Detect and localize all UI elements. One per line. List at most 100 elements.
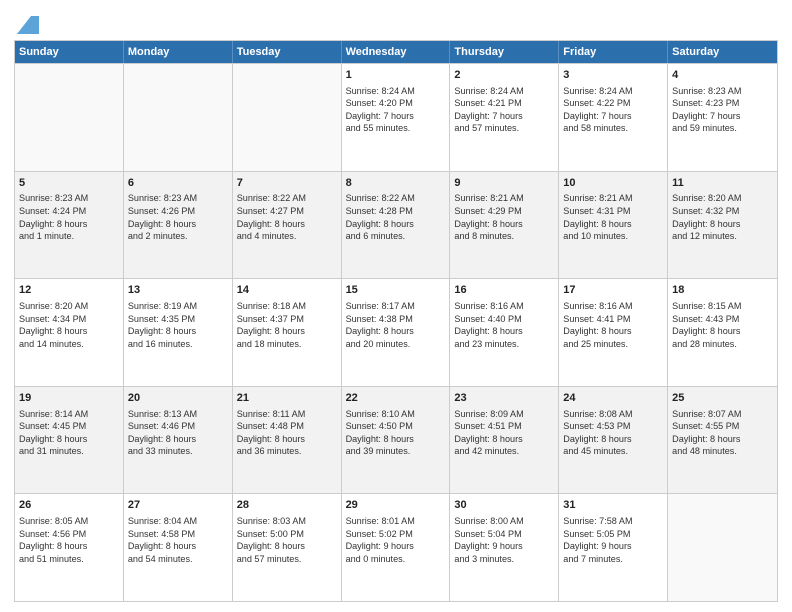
- cell-info: Sunrise: 8:23 AM Sunset: 4:23 PM Dayligh…: [672, 85, 773, 135]
- header-day-thursday: Thursday: [450, 41, 559, 63]
- cell-info: Sunrise: 8:04 AM Sunset: 4:58 PM Dayligh…: [128, 515, 228, 565]
- cell-info: Sunrise: 8:09 AM Sunset: 4:51 PM Dayligh…: [454, 408, 554, 458]
- day-number: 28: [237, 498, 337, 513]
- day-number: 14: [237, 283, 337, 298]
- day-number: 5: [19, 176, 119, 191]
- cell-info: Sunrise: 8:00 AM Sunset: 5:04 PM Dayligh…: [454, 515, 554, 565]
- cell-info: Sunrise: 8:16 AM Sunset: 4:41 PM Dayligh…: [563, 300, 663, 350]
- day-number: 2: [454, 68, 554, 83]
- cell-info: Sunrise: 8:24 AM Sunset: 4:21 PM Dayligh…: [454, 85, 554, 135]
- cell-info: Sunrise: 8:21 AM Sunset: 4:29 PM Dayligh…: [454, 192, 554, 242]
- day-number: 24: [563, 391, 663, 406]
- cell-info: Sunrise: 8:07 AM Sunset: 4:55 PM Dayligh…: [672, 408, 773, 458]
- cal-cell-6: 6Sunrise: 8:23 AM Sunset: 4:26 PM Daylig…: [124, 172, 233, 279]
- header-day-friday: Friday: [559, 41, 668, 63]
- day-number: 23: [454, 391, 554, 406]
- cal-cell-8: 8Sunrise: 8:22 AM Sunset: 4:28 PM Daylig…: [342, 172, 451, 279]
- day-number: 22: [346, 391, 446, 406]
- cal-cell-22: 22 Sunrise: 8:10 AM Sunset: 4:50 PM Dayli…: [342, 387, 451, 494]
- day-number: 26: [19, 498, 119, 513]
- cell-info: Sunrise: 7:58 AM Sunset: 5:05 PM Dayligh…: [563, 515, 663, 565]
- cal-cell-25: 25 Sunrise: 8:07 AM Sunset: 4:55 PM Dayli…: [668, 387, 777, 494]
- cal-cell-16: 16Sunrise: 8:16 AM Sunset: 4:40 PM Dayli…: [450, 279, 559, 386]
- cell-info: Sunrise: 8:22 AM Sunset: 4:28 PM Dayligh…: [346, 192, 446, 242]
- cell-info: Sunrise: 8:10 AM Sunset: 4:50 PM Dayligh…: [346, 408, 446, 458]
- day-number: 12: [19, 283, 119, 298]
- cal-cell-29: 29 Sunrise: 8:01 AM Sunset: 5:02 PM Dayli…: [342, 494, 451, 601]
- cell-info: Sunrise: 8:21 AM Sunset: 4:31 PM Dayligh…: [563, 192, 663, 242]
- page: SundayMondayTuesdayWednesdayThursdayFrid…: [0, 0, 792, 612]
- cell-info: Sunrise: 8:22 AM Sunset: 4:27 PM Dayligh…: [237, 192, 337, 242]
- day-number: 11: [672, 176, 773, 191]
- cal-cell-1: 1Sunrise: 8:24 AM Sunset: 4:20 PM Daylig…: [342, 64, 451, 171]
- cell-info: Sunrise: 8:14 AM Sunset: 4:45 PM Dayligh…: [19, 408, 119, 458]
- calendar-body: 1Sunrise: 8:24 AM Sunset: 4:20 PM Daylig…: [15, 63, 777, 601]
- cal-cell-21: 21 Sunrise: 8:11 AM Sunset: 4:48 PM Dayli…: [233, 387, 342, 494]
- cal-cell-empty-4-6: [668, 494, 777, 601]
- day-number: 15: [346, 283, 446, 298]
- day-number: 30: [454, 498, 554, 513]
- logo: [14, 14, 39, 34]
- cal-cell-3: 3 Sunrise: 8:24 AM Sunset: 4:22 PM Daylig…: [559, 64, 668, 171]
- cell-info: Sunrise: 8:20 AM Sunset: 4:32 PM Dayligh…: [672, 192, 773, 242]
- calendar-header-row: SundayMondayTuesdayWednesdayThursdayFrid…: [15, 41, 777, 63]
- week-row-4: 19 Sunrise: 8:14 AM Sunset: 4:45 PM Dayli…: [15, 386, 777, 494]
- cal-cell-31: 31 Sunrise: 7:58 AM Sunset: 5:05 PM Dayli…: [559, 494, 668, 601]
- day-number: 4: [672, 68, 773, 83]
- header-day-monday: Monday: [124, 41, 233, 63]
- cell-info: Sunrise: 8:01 AM Sunset: 5:02 PM Dayligh…: [346, 515, 446, 565]
- day-number: 29: [346, 498, 446, 513]
- header-day-tuesday: Tuesday: [233, 41, 342, 63]
- cal-cell-19: 19 Sunrise: 8:14 AM Sunset: 4:45 PM Dayli…: [15, 387, 124, 494]
- header-day-saturday: Saturday: [668, 41, 777, 63]
- cell-info: Sunrise: 8:03 AM Sunset: 5:00 PM Dayligh…: [237, 515, 337, 565]
- week-row-2: 5Sunrise: 8:23 AM Sunset: 4:24 PM Daylig…: [15, 171, 777, 279]
- cell-info: Sunrise: 8:11 AM Sunset: 4:48 PM Dayligh…: [237, 408, 337, 458]
- cal-cell-18: 18Sunrise: 8:15 AM Sunset: 4:43 PM Dayli…: [668, 279, 777, 386]
- header-day-wednesday: Wednesday: [342, 41, 451, 63]
- cal-cell-27: 27 Sunrise: 8:04 AM Sunset: 4:58 PM Dayli…: [124, 494, 233, 601]
- cell-info: Sunrise: 8:24 AM Sunset: 4:22 PM Dayligh…: [563, 85, 663, 135]
- cal-cell-13: 13Sunrise: 8:19 AM Sunset: 4:35 PM Dayli…: [124, 279, 233, 386]
- day-number: 21: [237, 391, 337, 406]
- cal-cell-11: 11Sunrise: 8:20 AM Sunset: 4:32 PM Dayli…: [668, 172, 777, 279]
- cal-cell-26: 26 Sunrise: 8:05 AM Sunset: 4:56 PM Dayli…: [15, 494, 124, 601]
- cal-cell-24: 24Sunrise: 8:08 AM Sunset: 4:53 PM Dayli…: [559, 387, 668, 494]
- week-row-3: 12 Sunrise: 8:20 AM Sunset: 4:34 PM Dayli…: [15, 278, 777, 386]
- logo-icon: [17, 16, 39, 34]
- day-number: 25: [672, 391, 773, 406]
- cell-info: Sunrise: 8:23 AM Sunset: 4:26 PM Dayligh…: [128, 192, 228, 242]
- day-number: 31: [563, 498, 663, 513]
- day-number: 27: [128, 498, 228, 513]
- cal-cell-2: 2 Sunrise: 8:24 AM Sunset: 4:21 PM Daylig…: [450, 64, 559, 171]
- cell-info: Sunrise: 8:20 AM Sunset: 4:34 PM Dayligh…: [19, 300, 119, 350]
- day-number: 3: [563, 68, 663, 83]
- cal-cell-28: 28 Sunrise: 8:03 AM Sunset: 5:00 PM Dayli…: [233, 494, 342, 601]
- day-number: 6: [128, 176, 228, 191]
- cell-info: Sunrise: 8:05 AM Sunset: 4:56 PM Dayligh…: [19, 515, 119, 565]
- calendar: SundayMondayTuesdayWednesdayThursdayFrid…: [14, 40, 778, 602]
- cal-cell-empty-0-1: [124, 64, 233, 171]
- cell-info: Sunrise: 8:18 AM Sunset: 4:37 PM Dayligh…: [237, 300, 337, 350]
- cal-cell-17: 17Sunrise: 8:16 AM Sunset: 4:41 PM Dayli…: [559, 279, 668, 386]
- week-row-1: 1Sunrise: 8:24 AM Sunset: 4:20 PM Daylig…: [15, 63, 777, 171]
- cell-info: Sunrise: 8:15 AM Sunset: 4:43 PM Dayligh…: [672, 300, 773, 350]
- cal-cell-9: 9Sunrise: 8:21 AM Sunset: 4:29 PM Daylig…: [450, 172, 559, 279]
- cal-cell-empty-0-0: [15, 64, 124, 171]
- day-number: 13: [128, 283, 228, 298]
- header-day-sunday: Sunday: [15, 41, 124, 63]
- cell-info: Sunrise: 8:17 AM Sunset: 4:38 PM Dayligh…: [346, 300, 446, 350]
- day-number: 9: [454, 176, 554, 191]
- header: [14, 10, 778, 34]
- day-number: 19: [19, 391, 119, 406]
- day-number: 8: [346, 176, 446, 191]
- cal-cell-15: 15 Sunrise: 8:17 AM Sunset: 4:38 PM Dayli…: [342, 279, 451, 386]
- cal-cell-10: 10Sunrise: 8:21 AM Sunset: 4:31 PM Dayli…: [559, 172, 668, 279]
- cell-info: Sunrise: 8:16 AM Sunset: 4:40 PM Dayligh…: [454, 300, 554, 350]
- cell-info: Sunrise: 8:23 AM Sunset: 4:24 PM Dayligh…: [19, 192, 119, 242]
- cal-cell-23: 23 Sunrise: 8:09 AM Sunset: 4:51 PM Dayli…: [450, 387, 559, 494]
- day-number: 10: [563, 176, 663, 191]
- cal-cell-5: 5Sunrise: 8:23 AM Sunset: 4:24 PM Daylig…: [15, 172, 124, 279]
- cal-cell-14: 14 Sunrise: 8:18 AM Sunset: 4:37 PM Dayli…: [233, 279, 342, 386]
- cal-cell-20: 20Sunrise: 8:13 AM Sunset: 4:46 PM Dayli…: [124, 387, 233, 494]
